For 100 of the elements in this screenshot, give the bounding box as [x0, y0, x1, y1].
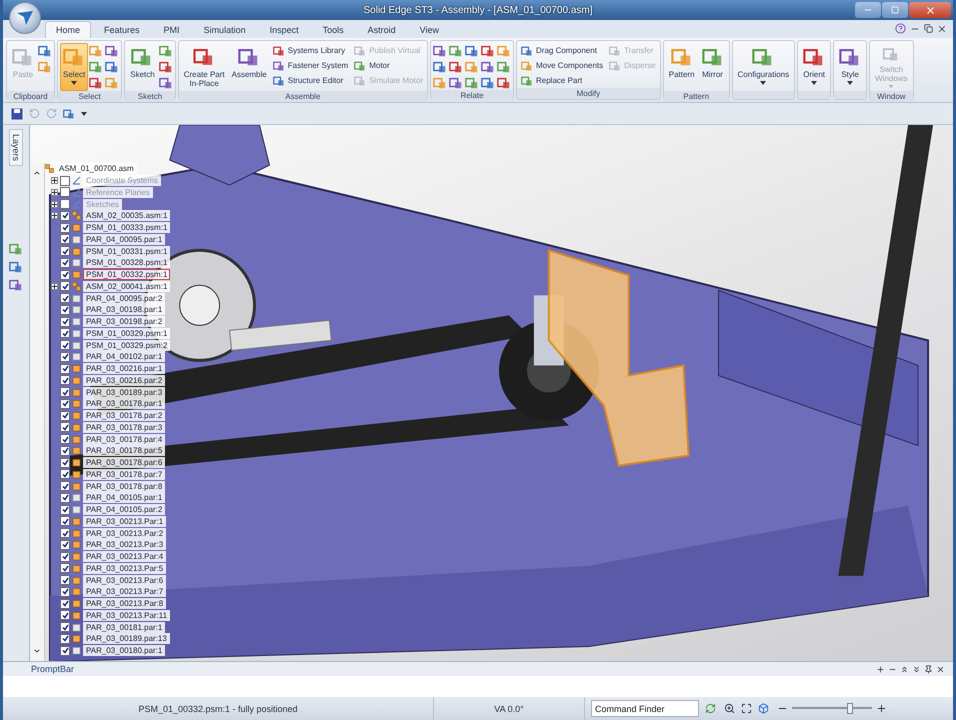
tree-item[interactable]: PAR_03_00213.Par:1	[83, 516, 166, 527]
expand-icon[interactable]	[912, 664, 921, 674]
command-finder-field[interactable]: Command Finder	[591, 700, 699, 717]
tree-item[interactable]: PAR_03_00216.par:1	[83, 363, 166, 374]
checkbox[interactable]	[60, 293, 70, 304]
tool-button[interactable]	[433, 60, 447, 74]
tree-item[interactable]: PSM_01_00328.psm:1	[83, 257, 170, 268]
checkbox[interactable]	[60, 328, 70, 338]
expand-icon[interactable]	[51, 188, 58, 196]
help-icon[interactable]	[895, 23, 906, 34]
ribbon-tab[interactable]: PMI	[152, 21, 191, 38]
tree-item[interactable]: PAR_04_00095.par:1	[83, 234, 166, 245]
tree-item[interactable]: PAR_03_00178.par:4	[83, 434, 166, 445]
checkbox[interactable]	[60, 552, 70, 562]
ribbon-button[interactable]: Mirror	[698, 43, 727, 91]
tool-button[interactable]	[481, 60, 495, 74]
ribbon-button[interactable]: Orient	[800, 43, 828, 91]
checkbox[interactable]	[60, 398, 70, 409]
checkbox[interactable]	[60, 646, 70, 656]
tree-item[interactable]: PAR_03_00189.par:3	[83, 386, 166, 398]
tree-item[interactable]: PAR_03_00213.Par:3	[83, 539, 166, 550]
tool-button[interactable]	[433, 44, 447, 58]
tool-button[interactable]	[481, 44, 495, 58]
zoom-in-icon[interactable]	[876, 703, 887, 714]
checkbox[interactable]	[60, 246, 70, 256]
tree-item[interactable]: ASM_01_00700.asm	[56, 163, 137, 174]
save-icon[interactable]	[11, 108, 23, 120]
ribbon-button[interactable]: Style	[836, 43, 864, 91]
expand-icon[interactable]	[51, 177, 58, 184]
ribbon-button[interactable]: Pattern	[666, 43, 698, 91]
tree-item[interactable]: PAR_03_00198.par:2	[83, 316, 166, 328]
tree-item[interactable]: PAR_04_00105.par:2	[83, 504, 166, 516]
tree-item[interactable]: PAR_03_00178.par:7	[83, 468, 166, 480]
checkbox[interactable]	[60, 234, 70, 244]
tree-item[interactable]: PSM_01_00332.psm:1	[83, 269, 170, 280]
ribbon-tab[interactable]: Simulation	[192, 21, 257, 38]
ribbon-button[interactable]: Replace Part	[519, 73, 606, 88]
tool-button[interactable]	[105, 60, 120, 74]
application-button[interactable]	[9, 2, 41, 34]
close-icon[interactable]	[936, 664, 945, 674]
tool-button[interactable]	[497, 60, 511, 74]
ribbon-button[interactable]: Configurations	[734, 43, 792, 91]
checkbox[interactable]	[60, 176, 70, 186]
tree-item[interactable]: PAR_03_00178.par:5	[83, 445, 166, 456]
checkbox[interactable]	[60, 540, 70, 550]
checkbox[interactable]	[60, 434, 70, 444]
ribbon-button[interactable]: Select	[60, 43, 88, 91]
tree-item[interactable]: PAR_03_00178.par:1	[83, 398, 166, 410]
checkbox[interactable]	[60, 622, 70, 632]
tool-button[interactable]	[158, 60, 173, 74]
checkbox[interactable]	[60, 187, 70, 198]
tool-button[interactable]	[158, 44, 173, 58]
checkbox[interactable]	[60, 210, 70, 221]
fit-icon[interactable]	[741, 703, 752, 714]
ribbon-tab[interactable]: Features	[93, 21, 151, 38]
checkbox[interactable]	[60, 586, 70, 597]
ribbon-button[interactable]: Move Components	[519, 58, 606, 73]
tree-item[interactable]: PSM_01_00333.psm:1	[83, 222, 170, 234]
tree-item[interactable]: PAR_03_00213.Par:6	[83, 574, 166, 586]
ribbon-button[interactable]: Systems Library	[270, 43, 350, 58]
checkbox[interactable]	[60, 340, 70, 350]
ribbon-button[interactable]: Sketch	[127, 43, 158, 91]
checkbox[interactable]	[60, 387, 70, 398]
tree-item[interactable]: PAR_03_00189.par:13	[83, 633, 170, 644]
ribbon-button[interactable]: Drag Component	[519, 43, 606, 58]
checkbox[interactable]	[60, 364, 70, 374]
tree-item[interactable]: PAR_03_00198.par:1	[83, 304, 166, 316]
checkbox[interactable]	[60, 352, 70, 362]
tree-item[interactable]: PSM_01_00329.psm:1	[83, 328, 170, 339]
checkbox[interactable]	[60, 304, 70, 315]
checkbox[interactable]	[60, 634, 70, 644]
tool-button[interactable]	[105, 44, 120, 58]
checkbox[interactable]	[60, 469, 70, 480]
checkbox[interactable]	[60, 458, 70, 468]
tree-item[interactable]: PAR_04_00102.par:1	[83, 351, 166, 362]
ribbon-button[interactable]: Motor	[352, 58, 425, 73]
layers-tab[interactable]: Layers	[9, 129, 23, 166]
checkbox[interactable]	[60, 598, 70, 609]
tool-button[interactable]	[158, 76, 173, 90]
scroll-down-icon[interactable]	[33, 647, 41, 655]
checkbox[interactable]	[60, 504, 70, 515]
tree-item[interactable]: PAR_03_00178.par:2	[83, 410, 166, 422]
checkbox[interactable]	[60, 258, 70, 268]
checkbox[interactable]	[60, 446, 70, 456]
tree-item[interactable]: ASM_02_00035.asm:1	[83, 210, 170, 222]
checkbox[interactable]	[60, 270, 70, 280]
checkbox[interactable]	[60, 375, 70, 386]
checkbox[interactable]	[60, 575, 70, 586]
tree-item[interactable]: PAR_03_00180.par:1	[83, 645, 166, 656]
tool-button[interactable]	[481, 76, 495, 90]
ribbon-tab[interactable]: Tools	[312, 21, 355, 38]
tree-item[interactable]: PAR_03_00181.par:1	[83, 622, 166, 633]
cube-icon[interactable]	[758, 703, 769, 714]
expand-icon[interactable]	[51, 212, 58, 220]
close-button[interactable]	[909, 2, 951, 18]
tool-button[interactable]	[38, 44, 52, 58]
scroll-up-icon[interactable]	[33, 169, 41, 177]
checkbox[interactable]	[60, 492, 70, 503]
ribbon-tab[interactable]: Inspect	[258, 21, 310, 38]
ribbon-tab[interactable]: Astroid	[356, 21, 407, 38]
